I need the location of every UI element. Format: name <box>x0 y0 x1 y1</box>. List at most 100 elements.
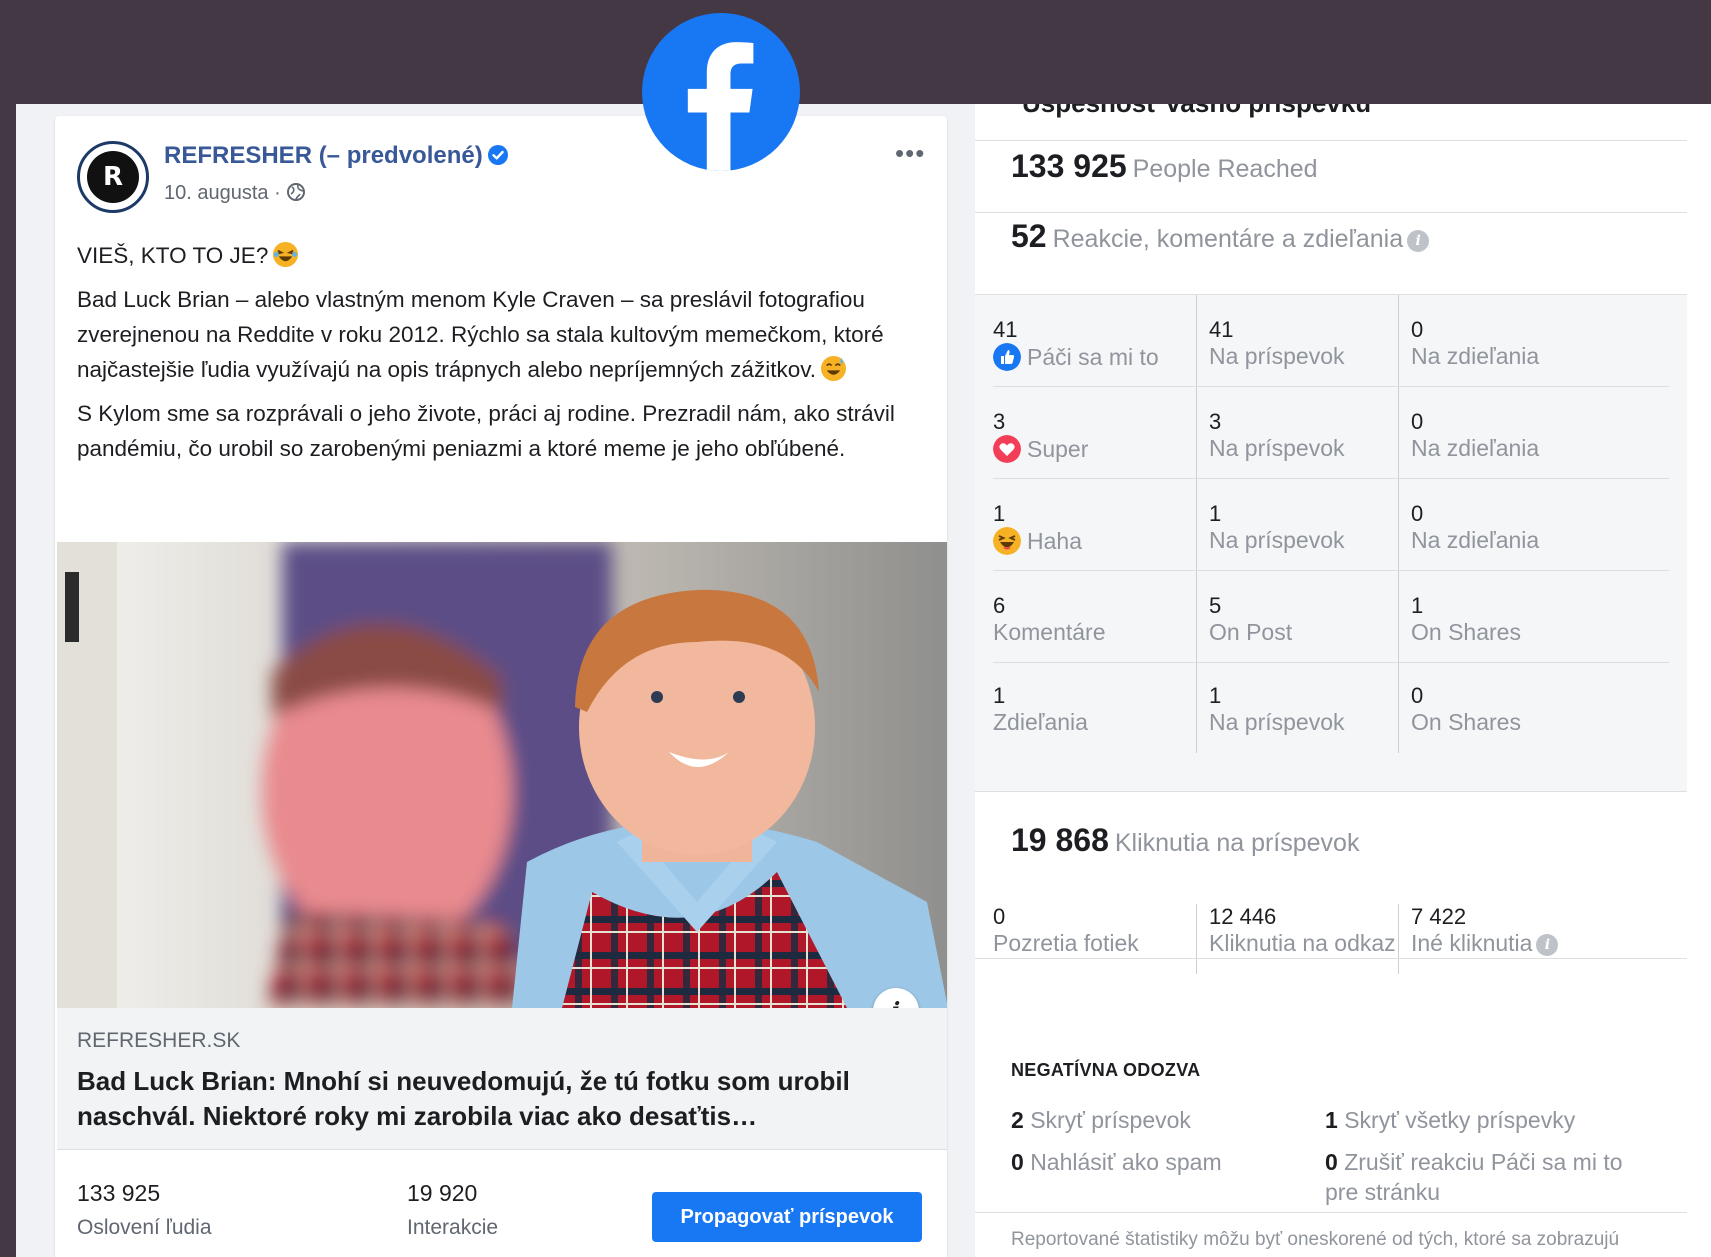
on-shares-label: On Shares <box>1411 709 1521 735</box>
reaction-total: 6 <box>993 593 1006 618</box>
on-post-value: 1 <box>1209 683 1222 708</box>
reaction-total-cell: 1 Zdieľania <box>993 661 1213 753</box>
haha-icon <box>993 527 1021 555</box>
photo-illustration <box>57 542 947 1008</box>
on-shares-label: Na zdieľania <box>1411 343 1540 369</box>
engagement-label: Reakcie, komentáre a zdieľania <box>1052 225 1404 253</box>
insights-title: Úspešnosť vášho príspevku <box>1022 104 1371 119</box>
reached-label: Oslovení ľudia <box>77 1216 212 1239</box>
verified-badge-icon <box>487 145 508 165</box>
reaction-total-cell: 3 Super <box>993 387 1213 478</box>
reaction-total-cell: 1 Haha <box>993 479 1213 570</box>
people-reached-value: 133 925 <box>1011 148 1127 184</box>
post-photo[interactable] <box>57 542 947 1008</box>
neg-hide-all-value: 1 <box>1325 1107 1338 1133</box>
laughing-emoji-icon <box>273 241 299 268</box>
post-paragraph-1-text: Bad Luck Brian – alebo vlastným menom Ky… <box>77 287 884 382</box>
post-paragraph-1: Bad Luck Brian – alebo vlastným menom Ky… <box>77 282 927 387</box>
link-clicks-label: Kliknutia na odkaz <box>1209 930 1396 956</box>
people-reached: 133 925 People Reached <box>1011 148 1318 185</box>
refresher-logo-icon: R <box>87 151 139 203</box>
reaction-name-text: Super <box>1027 436 1089 462</box>
photo-views-cell: 0 Pozretia fotiek <box>993 904 1196 974</box>
on-post-label: Na príspevok <box>1209 435 1345 461</box>
on-post-cell: 5 On Post <box>1196 571 1398 662</box>
negative-feedback-title: NEGATÍVNA ODOZVA <box>1011 1060 1201 1080</box>
people-reached-label: People Reached <box>1132 155 1318 183</box>
info-icon[interactable]: i <box>1536 934 1559 956</box>
neg-hide-all-label: Skryť všetky príspevky <box>1344 1107 1576 1133</box>
on-shares-cell: 1 On Shares <box>1398 571 1669 662</box>
on-post-value: 1 <box>1209 501 1222 526</box>
divider <box>975 958 1687 959</box>
post-stats-bar: 133 925 Oslovení ľudia 19 920 Interakcie… <box>55 1150 947 1257</box>
promote-post-button[interactable]: Propagovať príspevok <box>652 1192 922 1242</box>
link-clicks-value: 12 446 <box>1209 904 1277 929</box>
other-clicks-value: 7 422 <box>1411 904 1467 929</box>
neg-hide-post-value: 2 <box>1011 1107 1024 1133</box>
on-shares-cell: 0 Na zdieľania <box>1398 295 1669 386</box>
neg-unlike-value: 0 <box>1325 1149 1338 1175</box>
on-post-value: 3 <box>1209 409 1222 434</box>
on-shares-value: 0 <box>1411 317 1424 342</box>
other-clicks-cell: 7 422 Iné kliknutia i <box>1398 904 1669 974</box>
post-date-text: 10. augusta · <box>164 182 281 204</box>
reaction-name-text: Páči sa mi to <box>1027 344 1159 370</box>
reached-value: 133 925 <box>77 1180 161 1206</box>
on-shares-value: 0 <box>1411 683 1424 708</box>
like-icon <box>993 343 1021 371</box>
other-clicks-label-text: Iné kliknutia <box>1411 930 1533 956</box>
divider <box>975 140 1687 141</box>
on-shares-label: On Shares <box>1411 619 1521 645</box>
reaction-row-haha: 1 Haha 1 Na príspevok 0 Na zdieľania <box>993 479 1669 571</box>
post-clicks-value: 19 868 <box>1011 822 1109 858</box>
interactions-label: Interakcie <box>407 1216 499 1239</box>
reaction-name: Zdieľania <box>993 709 1088 735</box>
on-post-label: Na príspevok <box>1209 343 1345 369</box>
on-post-label: On Post <box>1209 619 1293 645</box>
link-preview[interactable]: REFRESHER.SK Bad Luck Brian: Mnohí si ne… <box>57 1008 947 1150</box>
globe-icon <box>287 183 306 201</box>
on-shares-cell: 0 On Shares <box>1398 661 1669 753</box>
on-post-cell: 1 Na príspevok <box>1196 479 1398 570</box>
interactions-value: 19 920 <box>407 1180 478 1206</box>
reaction-row-like: 41 Páči sa mi to 41 Na príspevok 0 Na zd… <box>993 295 1669 387</box>
reaction-name: Komentáre <box>993 619 1106 645</box>
divider <box>975 1212 1687 1213</box>
engagement-value: 52 <box>1011 218 1047 254</box>
other-clicks-label: Iné kliknutia i <box>1411 930 1559 957</box>
neg-hide-all: 1 Skryť všetky príspevky <box>1325 1105 1675 1135</box>
post-paragraph-2: S Kylom sme sa rozprávali o jeho živote,… <box>77 401 895 461</box>
page-name-text: REFRESHER (– predvolené) <box>164 142 483 169</box>
post-clicks-total: 19 868 Kliknutia na príspevok <box>1011 822 1359 859</box>
post-line-1-text: VIEŠ, KTO TO JE? <box>77 243 269 268</box>
info-icon[interactable]: i <box>1407 230 1430 252</box>
page-avatar[interactable]: R <box>77 141 149 213</box>
photo-views-value: 0 <box>993 904 1006 929</box>
on-shares-cell: 0 Na zdieľania <box>1398 387 1669 478</box>
on-post-label: Na príspevok <box>1209 527 1345 553</box>
post-body: VIEŠ, KTO TO JE? Bad Luck Brian – alebo … <box>77 238 927 475</box>
facebook-logo-icon <box>642 13 800 171</box>
link-clicks-cell: 12 446 Kliknutia na odkaz <box>1196 904 1398 974</box>
on-shares-value: 1 <box>1411 593 1424 618</box>
reaction-row-comments: 6 Komentáre 5 On Post 1 On Shares <box>993 571 1669 663</box>
post-header: R REFRESHER (– predvolené) 10. augusta ·… <box>55 116 947 226</box>
reaction-total-cell: 41 Páči sa mi to <box>993 295 1213 386</box>
divider <box>975 212 1687 213</box>
reaction-total-cell: 6 Komentáre <box>993 571 1213 662</box>
post-timestamp[interactable]: 10. augusta · <box>164 182 306 205</box>
link-title[interactable]: Bad Luck Brian: Mnohí si neuvedomujú, že… <box>77 1064 927 1134</box>
screenshot-canvas: R REFRESHER (– predvolené) 10. augusta ·… <box>16 104 1711 1257</box>
page-name-link[interactable]: REFRESHER (– predvolené) <box>164 142 509 170</box>
post-options-menu[interactable]: ••• <box>895 140 925 166</box>
reaction-total: 3 <box>993 409 1006 434</box>
neg-unlike-label: Zrušiť reakciu Páči sa mi to pre stránku <box>1325 1149 1623 1205</box>
reaction-name: Páči sa mi to <box>993 343 1159 371</box>
on-post-cell: 3 Na príspevok <box>1196 387 1398 478</box>
on-post-label: Na príspevok <box>1209 709 1345 735</box>
stats-disclaimer: Reportované štatistiky môžu byť oneskore… <box>1011 1229 1620 1250</box>
reaction-total: 1 <box>993 501 1006 526</box>
link-domain: REFRESHER.SK <box>77 1029 241 1052</box>
on-shares-value: 0 <box>1411 501 1424 526</box>
